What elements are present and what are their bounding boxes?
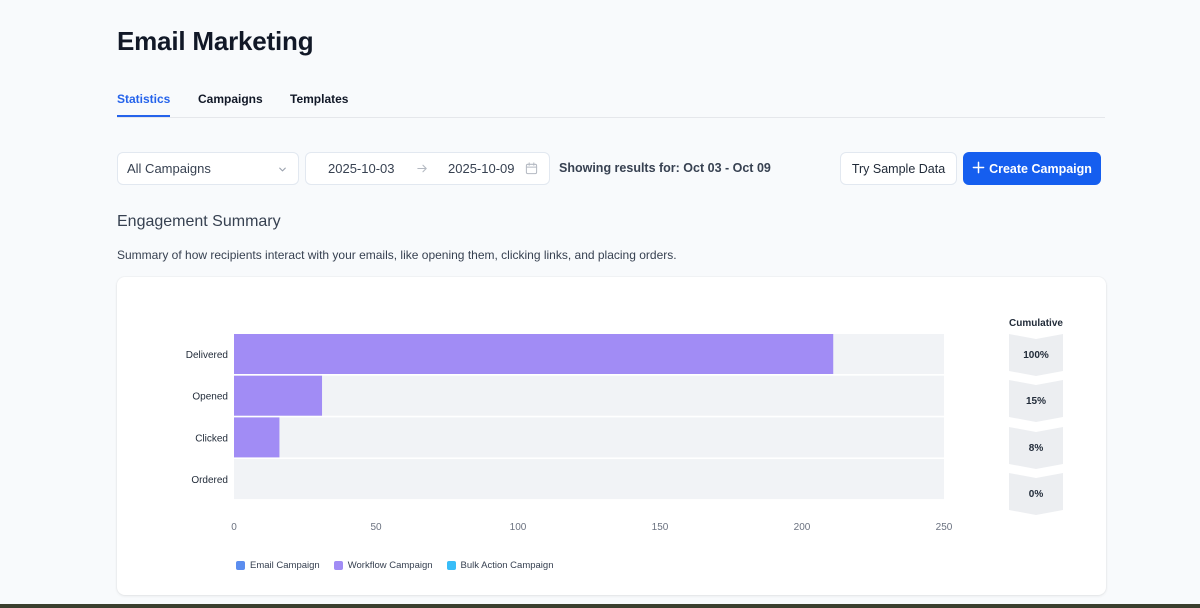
legend-label: Workflow Campaign	[347, 560, 433, 571]
cumulative-title: Cumulative	[1009, 318, 1063, 329]
tab-bar: Statistics Campaigns Templates	[117, 92, 1105, 118]
legend-item[interactable]: Email Campaign	[236, 560, 320, 571]
campaign-select[interactable]: All Campaigns	[117, 152, 299, 185]
legend-label: Bulk Action Campaign	[460, 560, 554, 571]
legend-swatch	[333, 561, 343, 570]
section-description: Summary of how recipients interact with …	[117, 248, 677, 262]
cumulative-value: 100%	[1009, 334, 1063, 376]
arrow-right-icon	[416, 162, 429, 178]
chart-legend: Email Campaign Workflow Campaign Bulk Ac…	[236, 560, 553, 571]
cumulative-value: 0%	[1009, 473, 1063, 515]
create-campaign-label: Create Campaign	[989, 161, 1092, 176]
results-range-text: Showing results for: Oct 03 - Oct 09	[559, 161, 771, 175]
legend-swatch	[236, 561, 245, 570]
legend-item[interactable]: Bulk Action Campaign	[446, 560, 554, 571]
campaign-select-value: All Campaigns	[127, 161, 211, 176]
desktop-background-strip	[0, 604, 1200, 608]
engagement-chart-card	[117, 277, 1106, 595]
legend-swatch	[446, 561, 456, 570]
chevron-down-icon	[277, 163, 288, 178]
plus-icon	[972, 161, 985, 177]
cumulative-value: 8%	[1009, 427, 1063, 469]
cumulative-value: 15%	[1009, 380, 1063, 422]
tab-statistics[interactable]: Statistics	[117, 92, 171, 117]
try-sample-data-button[interactable]: Try Sample Data	[840, 152, 957, 185]
tab-campaigns[interactable]: Campaigns	[198, 92, 263, 115]
section-title: Engagement Summary	[117, 213, 281, 230]
date-range-picker[interactable]: 2025-10-03 2025-10-09	[305, 152, 550, 185]
date-end-input[interactable]: 2025-10-09	[448, 161, 515, 176]
calendar-icon	[525, 162, 538, 178]
legend-item[interactable]: Workflow Campaign	[333, 560, 433, 571]
legend-label: Email Campaign	[250, 560, 320, 571]
date-start-input[interactable]: 2025-10-03	[328, 161, 395, 176]
tab-templates[interactable]: Templates	[290, 92, 348, 115]
page-title: Email Marketing	[117, 26, 314, 56]
create-campaign-button[interactable]: Create Campaign	[963, 152, 1101, 185]
